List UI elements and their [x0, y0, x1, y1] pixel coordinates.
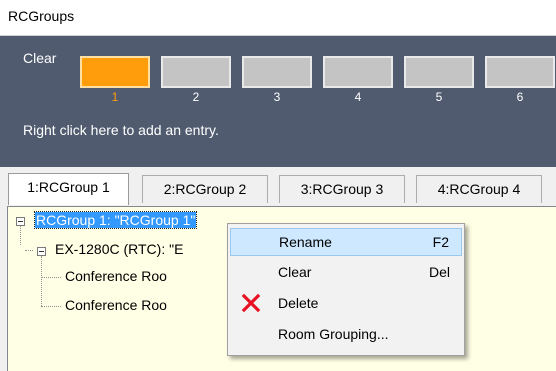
menu-item-label: Clear [278, 264, 312, 280]
menu-item-clear[interactable]: Clear Del [230, 259, 462, 287]
context-menu: Rename F2 Clear Del Delete Room Grouping… [227, 223, 465, 356]
menu-item-delete[interactable]: Delete [230, 290, 462, 318]
menu-item-label: Delete [278, 295, 319, 311]
red-x-icon [241, 293, 261, 313]
slot-number-4: 4 [354, 90, 362, 104]
tree-node-room-2[interactable]: Conference Roo [65, 297, 167, 313]
clear-label[interactable]: Clear [23, 50, 56, 66]
slot-button-4[interactable] [323, 56, 393, 88]
menu-item-shortcut: Del [428, 264, 450, 280]
window-title: RCGroups [8, 8, 75, 24]
tree-connector [20, 225, 21, 245]
slot-button-5[interactable] [404, 56, 474, 88]
tree-node-device[interactable]: EX-1280C (RTC): "E [55, 241, 183, 257]
menu-item-rename[interactable]: Rename F2 [230, 228, 462, 256]
menu-item-label: Room Grouping... [278, 326, 389, 342]
app-window: RCGroups Clear 1 2 3 4 5 6 Right click h… [0, 0, 556, 371]
tree-node-room-1[interactable]: Conference Roo [65, 268, 167, 284]
menu-item-room-grouping[interactable]: Room Grouping... [230, 321, 462, 349]
tab-rcgroup-3[interactable]: 3:RCGroup 3 [279, 175, 405, 203]
tree-connector [25, 250, 33, 251]
slot-number-2: 2 [192, 90, 200, 104]
tree-node-rcgroup-1[interactable]: RCGroup 1: "RCGroup 1" [33, 211, 198, 229]
add-entry-hint: Right click here to add an entry. [23, 122, 219, 138]
group-slot-panel[interactable]: Clear 1 2 3 4 5 6 Right click here to ad… [0, 36, 556, 167]
slot-button-6[interactable] [485, 56, 555, 88]
title-bar: RCGroups [0, 0, 556, 36]
slot-button-1[interactable] [80, 56, 150, 88]
slot-number-1: 1 [111, 90, 119, 104]
menu-item-shortcut: F2 [432, 234, 449, 250]
collapse-icon[interactable] [37, 247, 46, 256]
tab-strip: 1:RCGroup 1 2:RCGroup 2 3:RCGroup 3 4:RC… [0, 168, 556, 206]
menu-item-label: Rename [279, 234, 332, 250]
slot-number-5: 5 [435, 90, 443, 104]
tree-connector [41, 256, 42, 306]
tree-connector [41, 306, 61, 307]
tab-rcgroup-1[interactable]: 1:RCGroup 1 [8, 173, 129, 205]
slot-button-2[interactable] [161, 56, 231, 88]
collapse-icon[interactable] [16, 217, 25, 226]
slot-button-3[interactable] [242, 56, 312, 88]
tab-rcgroup-4[interactable]: 4:RCGroup 4 [416, 175, 542, 203]
slot-number-3: 3 [273, 90, 281, 104]
tree-connector [41, 277, 61, 278]
tab-rcgroup-2[interactable]: 2:RCGroup 2 [142, 175, 268, 203]
slot-number-6: 6 [516, 90, 524, 104]
